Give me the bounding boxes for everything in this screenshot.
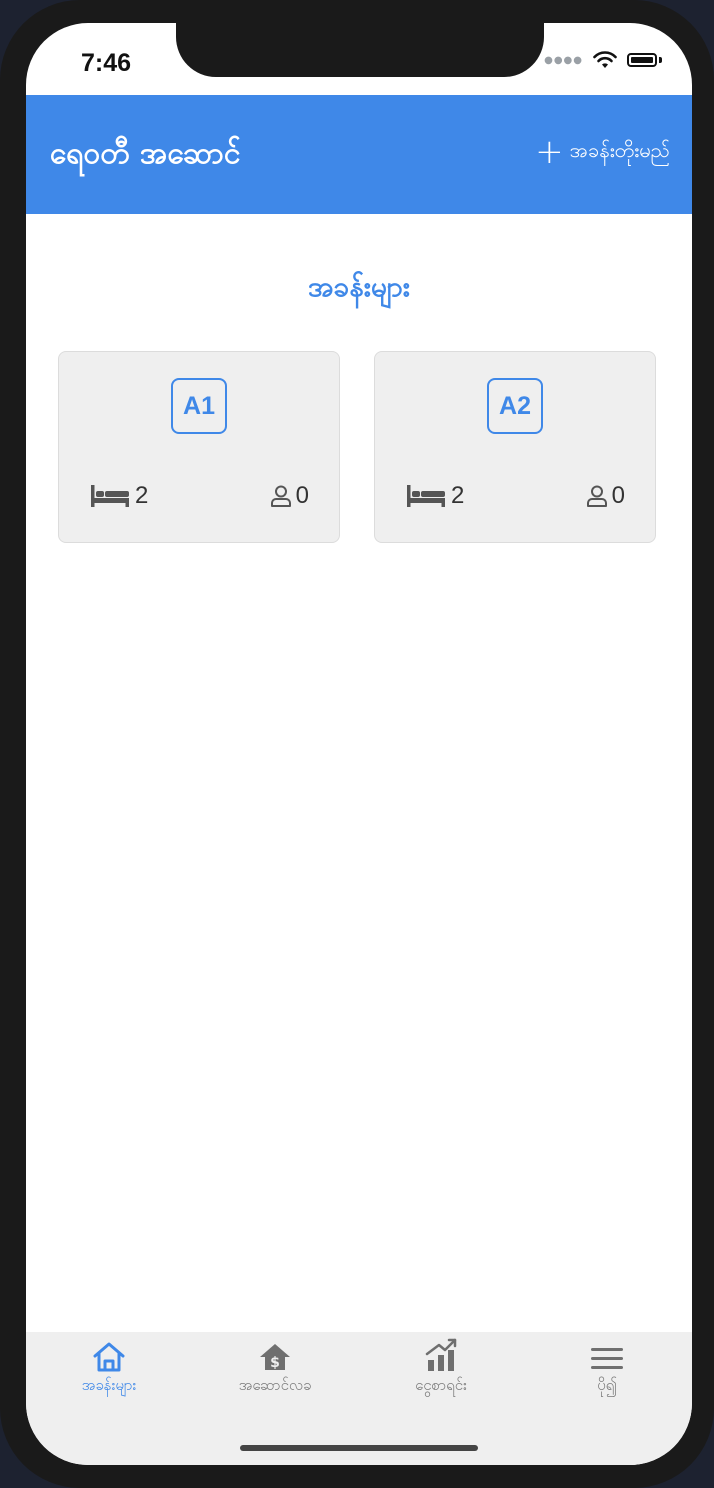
tab-rooms[interactable]: အခန်းများ <box>26 1340 192 1398</box>
people-count: 0 <box>586 482 625 510</box>
people-count-value: 0 <box>295 482 309 509</box>
app-header: ရေဝတီ အဆောင် + အခန်းတိုးမည် <box>26 95 692 214</box>
bed-icon <box>91 485 129 507</box>
house-dollar-icon: $ <box>260 1344 290 1371</box>
menu-icon <box>591 1348 623 1369</box>
screen: 7:46 ●●●● ရေဝတီ အဆောင် + အခန်းတိုးမည် အခ… <box>26 23 692 1465</box>
status-time: 7:46 <box>81 49 132 77</box>
people-count-value: 0 <box>611 482 625 509</box>
person-icon <box>586 485 607 507</box>
svg-text:$: $ <box>270 1355 280 1371</box>
add-room-label: အခန်းတိုးမည် <box>569 138 670 162</box>
tab-more[interactable]: ပို၍ <box>524 1340 690 1398</box>
app-title: ရေဝတီ အဆောင် <box>50 136 241 171</box>
people-count: 0 <box>270 482 309 510</box>
home-indicator <box>240 1445 478 1451</box>
tab-finance[interactable]: ငွေစာရင်း <box>358 1338 524 1398</box>
signal-icon: ●●●● <box>544 54 583 66</box>
room-name-badge: A2 <box>487 378 543 434</box>
add-room-button[interactable]: + အခန်းတိုးမည် <box>535 135 670 169</box>
room-card[interactable]: A1 2 0 <box>58 351 340 543</box>
status-indicators: ●●●● <box>544 51 662 69</box>
tab-label: ပို၍ <box>597 1376 617 1394</box>
bed-icon <box>407 485 445 507</box>
home-icon <box>93 1342 125 1372</box>
bed-count: 2 <box>407 482 464 510</box>
notch <box>176 23 544 77</box>
tab-label: အခန်းများ <box>81 1376 137 1394</box>
tab-label: အဆောင်လခ <box>238 1376 312 1394</box>
tab-rent[interactable]: $ အဆောင်လခ <box>192 1340 358 1398</box>
room-card[interactable]: A2 2 0 <box>374 351 656 543</box>
battery-icon <box>627 53 657 67</box>
chart-icon <box>425 1338 457 1371</box>
section-title: အခန်းများ <box>307 270 411 303</box>
bed-count: 2 <box>91 482 148 510</box>
plus-icon: + <box>535 132 564 172</box>
tab-label: ငွေစာရင်း <box>415 1376 467 1394</box>
person-icon <box>270 485 291 507</box>
bed-count-value: 2 <box>451 482 465 509</box>
wifi-icon <box>593 51 617 68</box>
bed-count-value: 2 <box>135 482 149 509</box>
room-name-badge: A1 <box>171 378 227 434</box>
